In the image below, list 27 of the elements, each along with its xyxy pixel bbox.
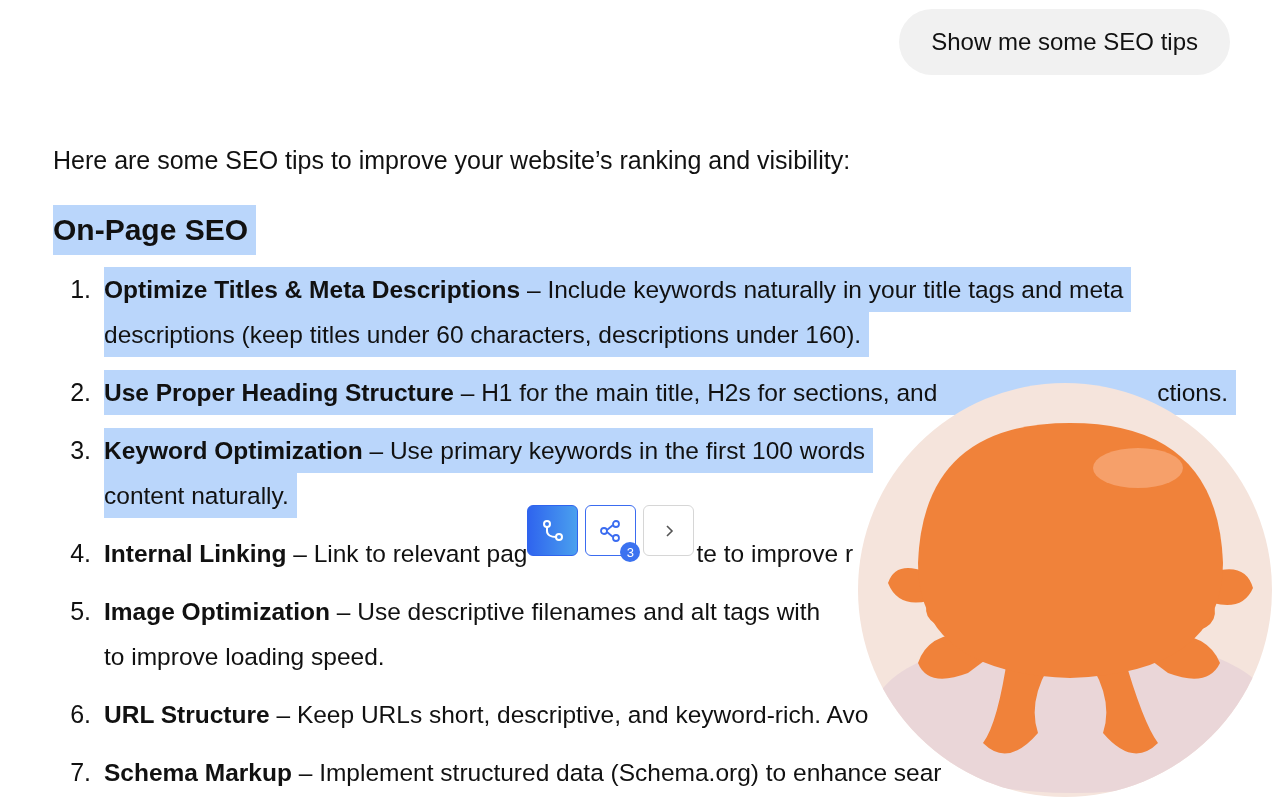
count-badge: 3 bbox=[620, 542, 641, 562]
list-item-text: to improve loading speed. bbox=[104, 642, 385, 671]
list-item-text: te to improve r bbox=[696, 539, 854, 568]
list-item-text: content naturally. bbox=[104, 481, 289, 510]
share-button[interactable] bbox=[585, 505, 637, 556]
list-number: 1. bbox=[69, 274, 92, 305]
share-icon bbox=[599, 518, 623, 543]
list-item-text: Image Optimization – Use descriptive filenames and alt tags with bbox=[104, 597, 821, 626]
list-number: 5. bbox=[69, 596, 92, 627]
list-item-text: ctions. bbox=[1157, 378, 1228, 407]
list-item-text: URL Structure – Keep URLs short, descriptive, and keyword-rich. Avo bbox=[104, 700, 869, 729]
section-heading: On-Page SEO bbox=[53, 205, 257, 255]
list-item-text: descriptions (keep titles under 60 characters, descriptions under 160). bbox=[104, 320, 862, 349]
branch-button[interactable] bbox=[527, 505, 579, 556]
list-item-text: Optimize Titles & Meta Descriptions – Include keywords naturally in your title tags and meta bbox=[104, 275, 1124, 304]
list-item-text: Use Proper Heading Structure – H1 for the main title, H2s for sections, and bbox=[104, 378, 938, 407]
user-message: Show me some SEO tips bbox=[899, 9, 1230, 75]
intro-text: Here are some SEO tips to improve your website’s ranking and visibility: bbox=[53, 145, 852, 175]
list-number: 2. bbox=[69, 377, 92, 408]
list-item-text: Keyword Optimization – Use primary keywords in the first 100 words bbox=[104, 436, 866, 465]
list-number: 7. bbox=[69, 757, 92, 788]
list-item-text: Internal Linking – Link to relevant pag bbox=[104, 539, 528, 568]
list-number: 6. bbox=[69, 699, 92, 730]
branch-icon bbox=[541, 518, 565, 543]
list-number: 4. bbox=[69, 538, 92, 569]
list-number: 3. bbox=[69, 435, 92, 466]
list-item-text: Schema Markup – Implement structured data (Schema.org) to enhance sear bbox=[104, 758, 942, 787]
